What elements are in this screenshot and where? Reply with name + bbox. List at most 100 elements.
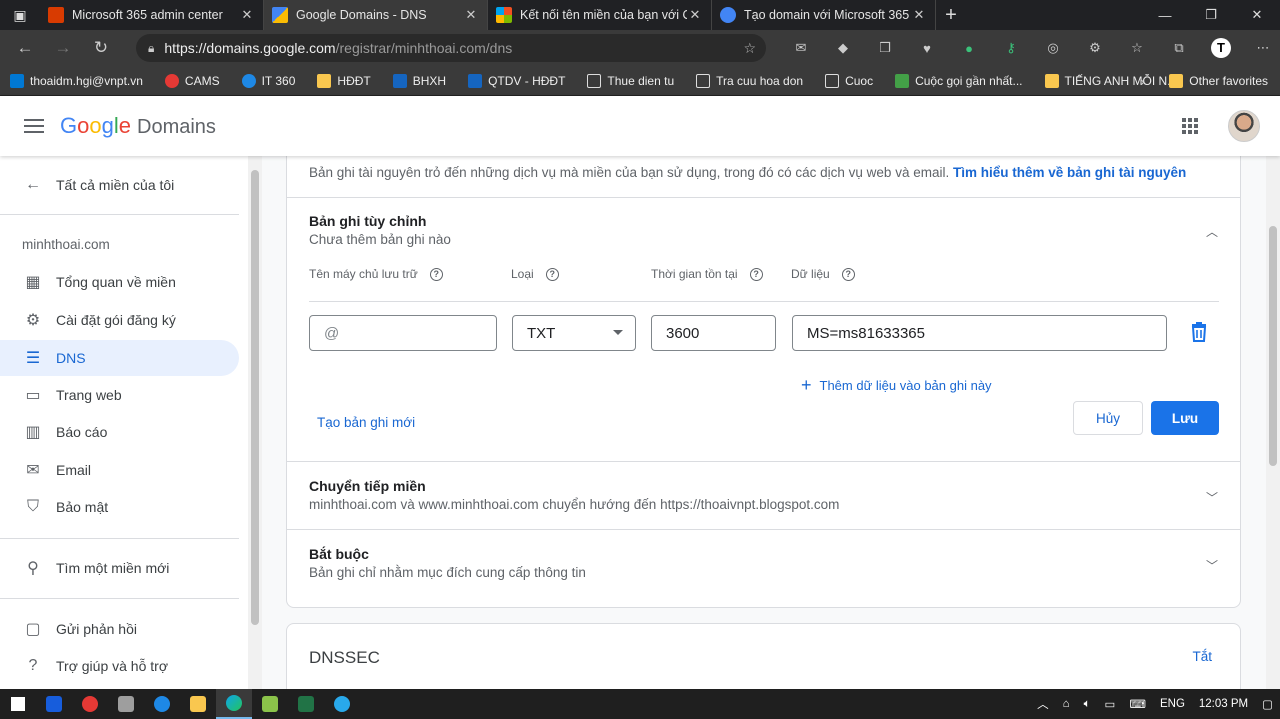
app-green-icon[interactable] — [252, 689, 288, 719]
back-to-domains[interactable]: ← Tất cả miền của tôi — [0, 167, 239, 203]
bookmark-item[interactable]: BHXH — [392, 73, 446, 88]
app-blue-icon[interactable] — [144, 689, 180, 719]
ttl-input[interactable]: 3600 — [651, 315, 776, 351]
new-tab-button[interactable]: + — [936, 4, 966, 27]
check-extension-icon[interactable]: ● — [948, 36, 990, 60]
microsoft-icon — [496, 7, 512, 23]
page-scrollbar[interactable] — [1266, 156, 1280, 689]
other-favorites[interactable]: Other favorites — [1169, 73, 1268, 88]
tab-connect-domain[interactable]: Kết nối tên miền của bạn với Of ✕ — [488, 0, 712, 30]
profile-icon[interactable]: T — [1200, 36, 1242, 60]
sidebar-item-reports[interactable]: ▥ Báo cáo — [0, 414, 239, 450]
app-red-icon[interactable] — [72, 689, 108, 719]
sidebar-item-overview[interactable]: ▦ Tổng quan về miền — [0, 264, 239, 300]
forward-icon[interactable]: → — [44, 38, 82, 58]
google-domains-logo[interactable]: Google Domains — [60, 113, 216, 139]
help-icon[interactable]: ? — [749, 267, 763, 281]
more-menu-icon[interactable]: ⋯ — [1242, 36, 1280, 60]
language-indicator[interactable]: ENG — [1160, 698, 1185, 710]
file-explorer-icon[interactable] — [180, 689, 216, 719]
learn-more-link[interactable]: Tìm hiểu thêm về bản ghi tài nguyên — [953, 165, 1186, 180]
tab-actions-icon[interactable]: ▣ — [0, 0, 40, 30]
key-extension-icon[interactable]: ⚷ — [990, 36, 1032, 60]
sidebar-item-website[interactable]: ▭ Trang web — [0, 377, 239, 413]
sidebar-item-security[interactable]: ⛉ Bảo mật — [0, 489, 239, 525]
chevron-up-icon[interactable]: ︿ — [1037, 696, 1049, 712]
add-data-link[interactable]: + Thêm dữ liệu vào bản ghi này — [801, 375, 992, 396]
apps-grid-icon[interactable] — [1182, 118, 1198, 134]
folder-icon — [1169, 73, 1184, 88]
save-button[interactable]: Lưu — [1151, 401, 1219, 435]
bookmark-item[interactable]: CAMS — [164, 73, 220, 88]
url-bar[interactable]: 🔒︎ https://domains.google.com/registrar/… — [136, 34, 766, 62]
sidebar-item-email[interactable]: ✉ Email — [0, 452, 239, 488]
help-icon[interactable]: ? — [545, 267, 559, 281]
maximize-icon[interactable]: ❐ — [1188, 0, 1234, 30]
tab-google-domains[interactable]: Google Domains - DNS ✕ — [264, 0, 488, 30]
it360-icon — [241, 73, 256, 88]
bookmark-item[interactable]: Thue dien tu — [587, 73, 674, 88]
bookmark-item[interactable]: Cuoc — [825, 73, 873, 88]
bitwarden-icon[interactable] — [36, 689, 72, 719]
clock[interactable]: 12:03 PM — [1199, 698, 1248, 710]
minimize-icon[interactable]: — — [1142, 0, 1188, 30]
volume-icon[interactable]: 🔈︎ — [1084, 698, 1091, 711]
battery-icon[interactable]: ▭ — [1104, 697, 1115, 711]
favorite-star-icon[interactable]: ☆ — [743, 40, 756, 57]
favorites-icon[interactable]: ☆ — [1116, 36, 1158, 60]
notifications-icon[interactable]: ▢ — [1262, 697, 1273, 711]
pocket-extension-icon[interactable]: ♥ — [906, 36, 948, 60]
help-icon[interactable]: ? — [429, 267, 443, 281]
bookmark-item[interactable]: TIẾNG ANH MỖI N... — [1044, 73, 1177, 88]
excel-icon[interactable] — [288, 689, 324, 719]
back-icon[interactable]: ← — [6, 38, 44, 58]
bookmark-item[interactable]: thoaidm.hgi@vnpt.vn — [10, 73, 143, 88]
trash-icon[interactable] — [1191, 322, 1207, 342]
close-tab-icon[interactable]: ✕ — [463, 7, 479, 23]
sidebar-item-dns[interactable]: ☰ DNS — [0, 340, 239, 376]
telegram-icon[interactable] — [324, 689, 360, 719]
create-new-record-link[interactable]: Tạo bản ghi mới — [317, 415, 415, 430]
bookmark-item[interactable]: Tra cuu hoa don — [696, 73, 803, 88]
tab-create-domain[interactable]: Tạo domain với Microsoft 365 a ✕ — [712, 0, 936, 30]
bookmark-item[interactable]: IT 360 — [241, 73, 295, 88]
chevron-down-icon[interactable]: ﹀ — [1206, 557, 1218, 574]
menu-icon[interactable] — [24, 115, 44, 137]
close-window-icon[interactable]: ✕ — [1234, 0, 1280, 30]
bookmark-extension-icon[interactable]: ❒ — [864, 36, 906, 60]
chevron-up-icon[interactable]: ︿ — [1206, 223, 1218, 240]
extensions-puzzle-icon[interactable]: ⚙ — [1074, 36, 1116, 60]
shield-extension-icon[interactable]: ◆ — [822, 36, 864, 60]
help-icon[interactable]: ? — [841, 267, 855, 281]
help-support[interactable]: ? Trợ giúp và hỗ trợ — [0, 648, 239, 684]
close-tab-icon[interactable]: ✕ — [239, 7, 255, 23]
cancel-button[interactable]: Hủy — [1073, 401, 1143, 435]
bookmark-item[interactable]: Cuộc gọi gần nhất... — [895, 73, 1023, 88]
data-input[interactable]: MS=ms81633365 — [792, 315, 1167, 351]
bookmark-item[interactable]: HĐĐT — [317, 73, 371, 88]
close-tab-icon[interactable]: ✕ — [911, 7, 927, 23]
network-icon[interactable]: ⌂ — [1063, 698, 1070, 710]
start-icon[interactable] — [0, 689, 36, 719]
refresh-icon[interactable]: ↻ — [82, 38, 120, 58]
wayback-extension-icon[interactable]: ◎ — [1032, 36, 1074, 60]
type-select[interactable]: TXT — [512, 315, 636, 351]
close-tab-icon[interactable]: ✕ — [687, 7, 703, 23]
send-feedback[interactable]: ▢ Gửi phản hồi — [0, 611, 239, 647]
chevron-down-icon[interactable]: ﹀ — [1206, 489, 1218, 506]
mail-extension-icon[interactable]: ✉ — [780, 36, 822, 60]
find-new-domain[interactable]: ⚲ Tìm một miền mới — [0, 550, 239, 586]
sidebar-item-subscription[interactable]: ⚙ Cài đặt gói đăng ký — [0, 302, 239, 338]
dnssec-toggle-link[interactable]: Tắt — [1192, 649, 1212, 664]
tools-icon[interactable] — [108, 689, 144, 719]
sidebar-scrollbar[interactable] — [248, 156, 262, 689]
lock-icon[interactable]: 🔒︎ — [148, 41, 154, 56]
bookmark-item[interactable]: QTDV - HĐĐT — [468, 73, 565, 88]
collections-icon[interactable]: ⧉ — [1158, 36, 1200, 60]
tab-m365[interactable]: Microsoft 365 admin center ✕ — [40, 0, 264, 30]
avatar[interactable] — [1228, 110, 1260, 142]
keyboard-icon[interactable]: ⌨ — [1129, 697, 1146, 711]
chevron-right-icon[interactable]: › — [1140, 73, 1145, 89]
edge-icon[interactable] — [216, 689, 252, 719]
host-input[interactable]: @ — [309, 315, 497, 351]
